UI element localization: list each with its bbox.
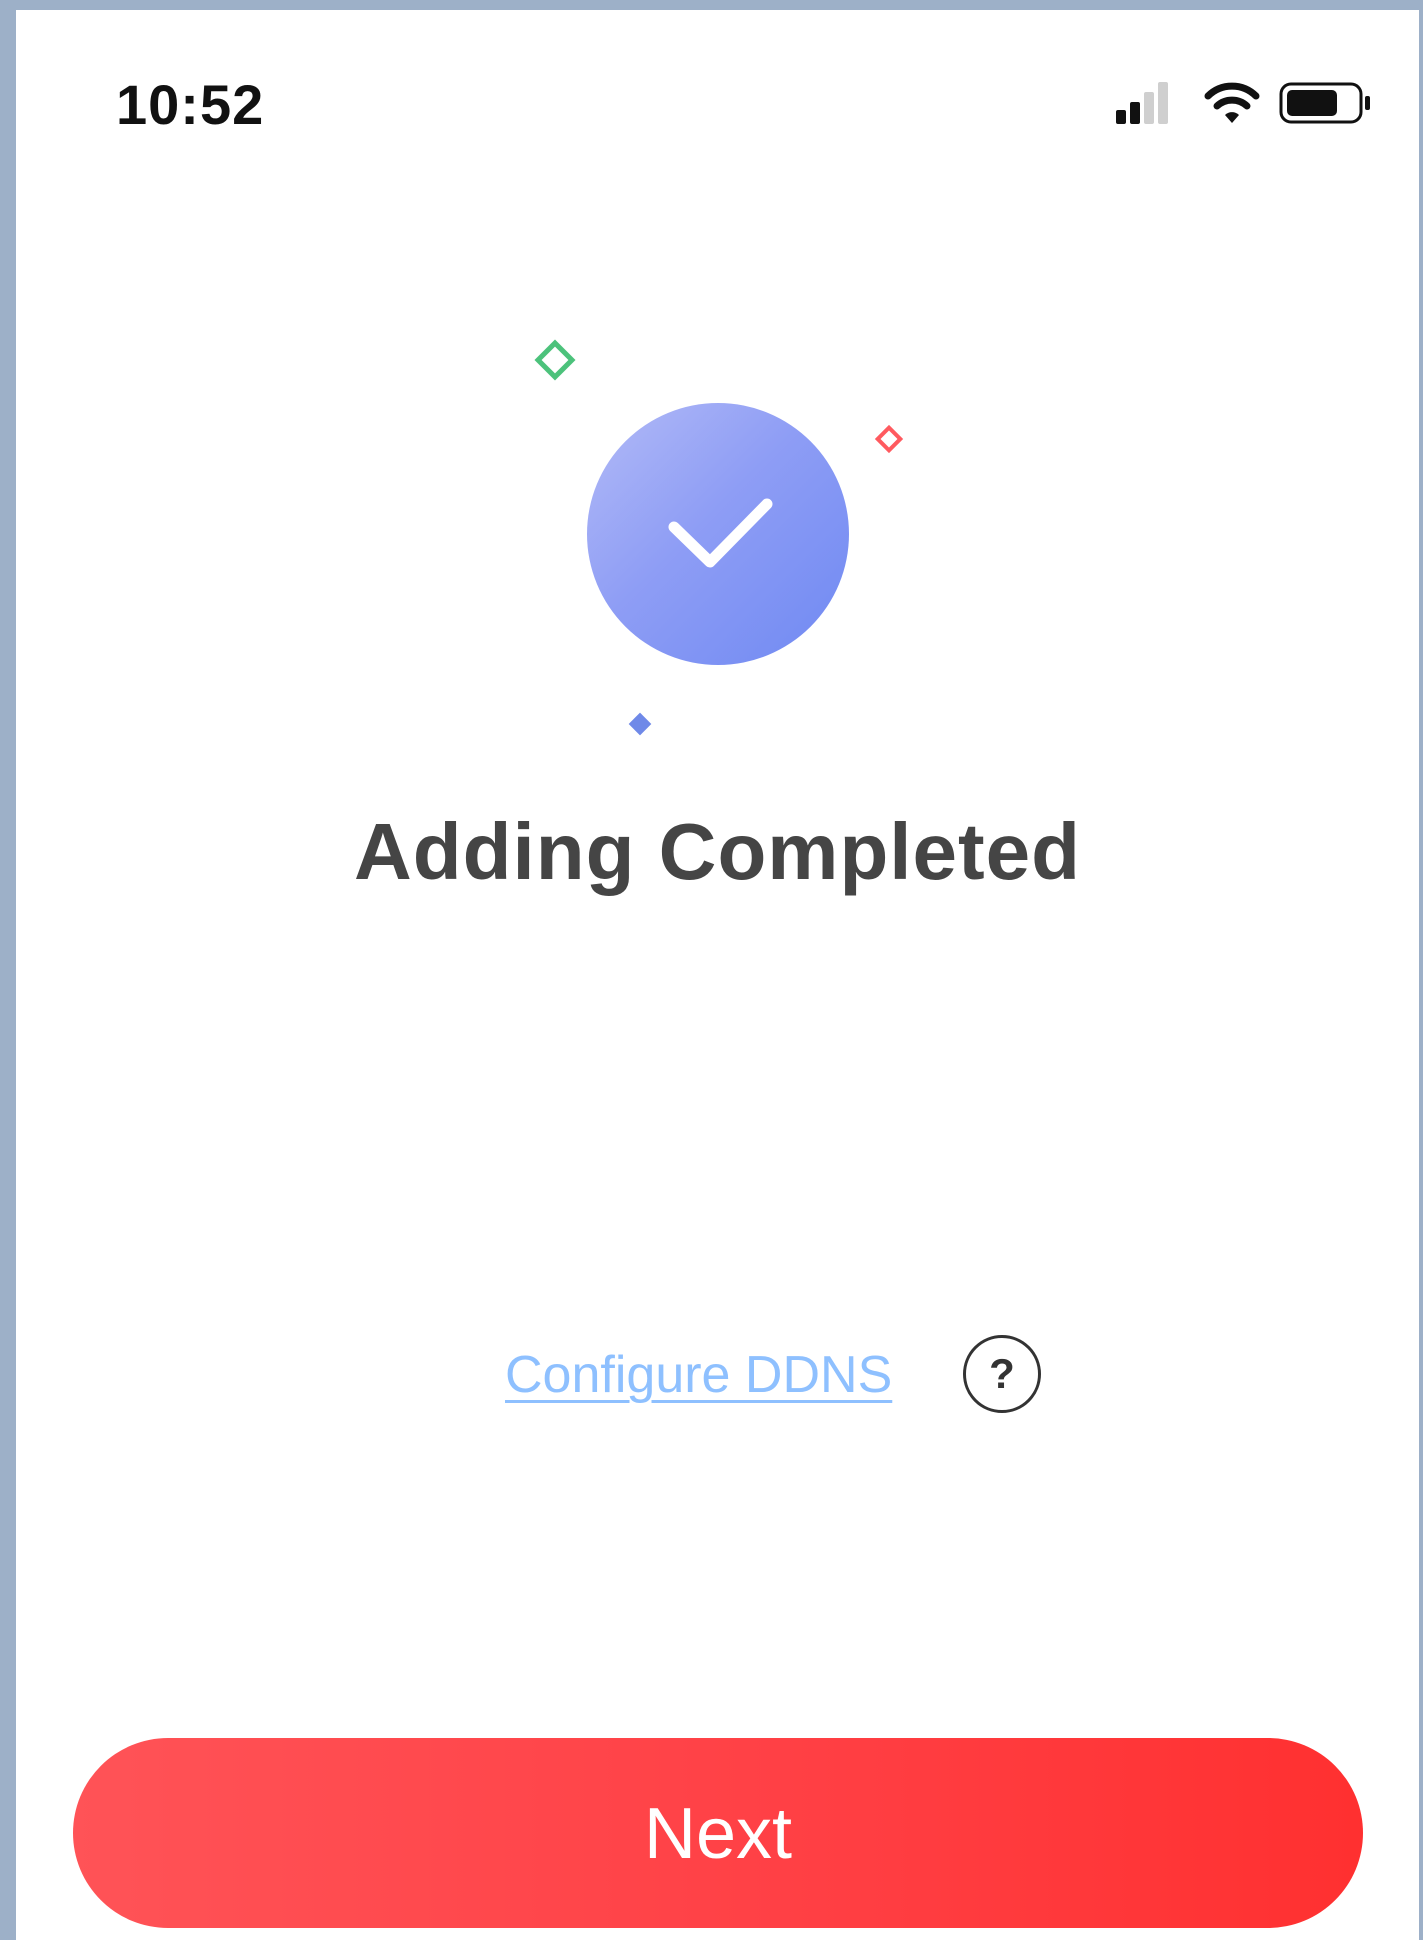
help-button[interactable]: ? <box>963 1335 1041 1413</box>
success-badge <box>587 403 849 665</box>
blue-diamond-icon <box>628 712 652 736</box>
configure-ddns-link[interactable]: Configure DDNS <box>505 1345 892 1405</box>
success-illustration <box>16 10 1419 770</box>
red-diamond-icon <box>874 424 904 454</box>
green-diamond-icon <box>534 339 576 381</box>
next-button[interactable]: Next <box>73 1738 1363 1928</box>
checkmark-icon <box>668 498 773 568</box>
ddns-row: Configure DDNS ? <box>505 1335 1105 1425</box>
app-screen: 10:52 Adding Completed Configure DDNS ? … <box>16 10 1419 1940</box>
page-title: Adding Completed <box>353 807 1082 896</box>
help-icon: ? <box>989 1350 1015 1397</box>
